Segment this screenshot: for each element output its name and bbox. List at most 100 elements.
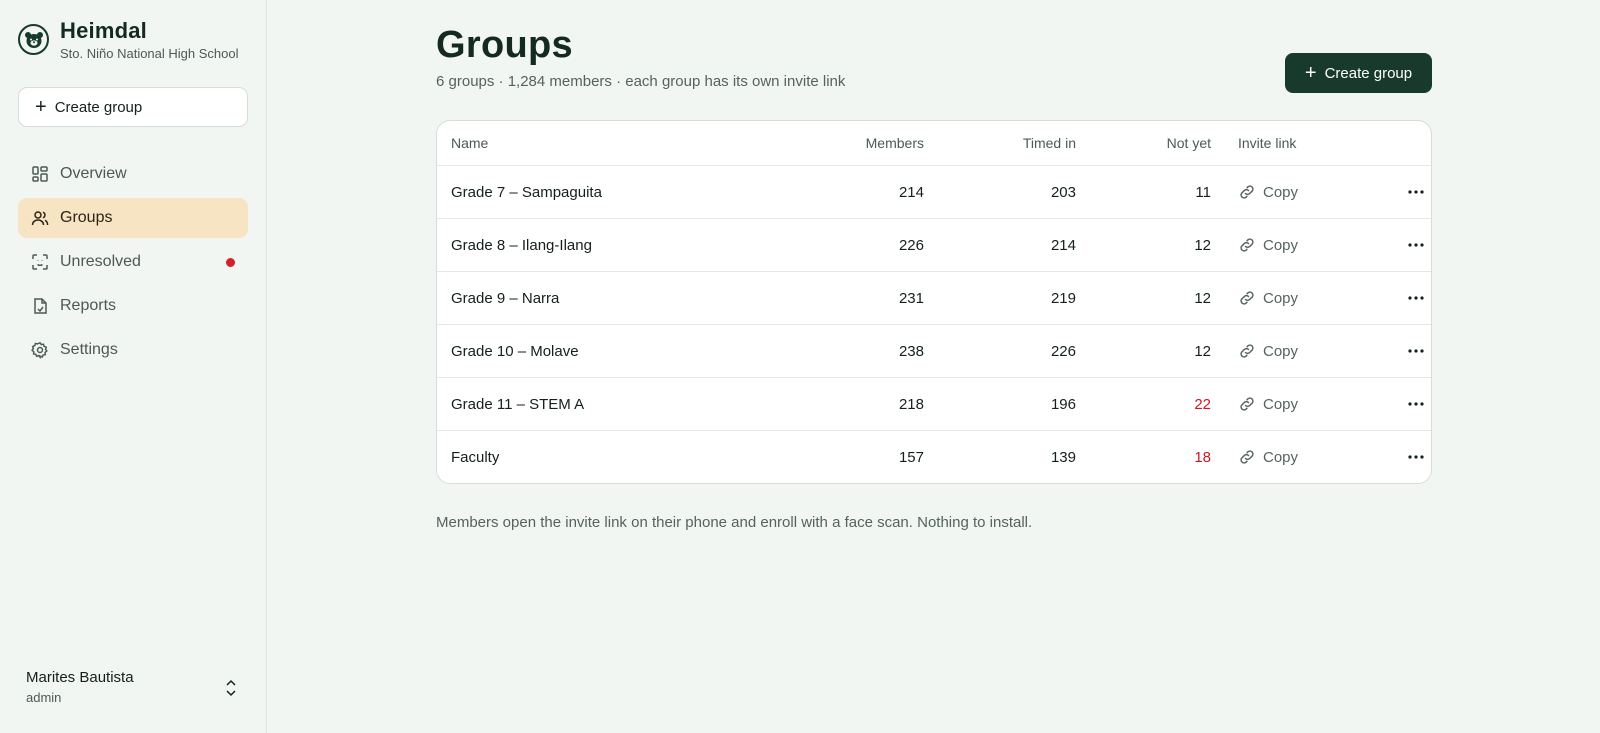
col-name-header: Name — [451, 135, 489, 151]
users-icon — [31, 211, 49, 226]
chevron-up-down-icon[interactable] — [224, 678, 238, 698]
copy-label: Copy — [1263, 183, 1299, 201]
members-count: 157 — [898, 448, 924, 466]
not-yet-count: 22 — [1194, 395, 1211, 413]
sidebar-item-label: Unresolved — [60, 253, 141, 270]
page-subtitle: 6 groups · 1,284 members · each group ha… — [436, 73, 846, 90]
plus-icon: + — [35, 96, 47, 118]
copy-invite-link-button[interactable]: Copy — [1238, 448, 1298, 466]
table-row[interactable]: Grade 11 – STEM A 218 196 22 Copy — [437, 377, 1431, 430]
ellipsis-icon — [1408, 349, 1424, 353]
ellipsis-icon — [1408, 455, 1424, 459]
copy-invite-link-button[interactable]: Copy — [1238, 289, 1298, 307]
footnote: Members open the invite link on their ph… — [436, 514, 1033, 531]
face-scan-icon — [32, 254, 48, 270]
create-group-label: Create group — [1324, 64, 1413, 82]
members-count: 238 — [898, 342, 924, 360]
timed-in-count: 214 — [1050, 236, 1076, 254]
ellipsis-icon — [1408, 190, 1424, 194]
more-options-button[interactable] — [1401, 402, 1431, 406]
user-menu[interactable]: Marites Bautista admin — [26, 668, 248, 707]
sidebar-item-label: Groups — [60, 209, 113, 226]
timed-in-count: 139 — [1050, 448, 1076, 466]
school-name: Sto. Niño National High School — [60, 46, 239, 61]
unresolved-alert-dot — [226, 258, 235, 267]
not-yet-count: 18 — [1194, 448, 1211, 466]
timed-in-count: 196 — [1050, 395, 1076, 413]
table-header: Name Members Timed in Not yet Invite lin… — [437, 121, 1431, 165]
group-name: Grade 9 – Narra — [451, 289, 560, 307]
link-icon — [1240, 185, 1254, 199]
group-name: Grade 10 – Molave — [451, 342, 579, 360]
copy-invite-link-button[interactable]: Copy — [1238, 183, 1298, 201]
groups-table: Name Members Timed in Not yet Invite lin… — [436, 120, 1432, 484]
not-yet-count: 12 — [1194, 236, 1211, 254]
table-row[interactable]: Grade 9 – Narra 231 219 12 Copy — [437, 271, 1431, 324]
members-count: 214 — [898, 183, 924, 201]
sidebar-item-label: Reports — [60, 297, 117, 314]
col-members-header: Members — [865, 135, 924, 151]
col-timed-in-header: Timed in — [1022, 135, 1076, 151]
copy-label: Copy — [1263, 448, 1299, 466]
more-options-button[interactable] — [1401, 296, 1431, 300]
sidebar-item-unresolved[interactable]: Unresolved — [18, 242, 248, 282]
more-options-button[interactable] — [1401, 455, 1431, 459]
copy-invite-link-button[interactable]: Copy — [1238, 236, 1298, 254]
link-icon — [1240, 344, 1254, 358]
ellipsis-icon — [1408, 402, 1424, 406]
user-name: Marites Bautista — [26, 669, 134, 686]
brand-name: Heimdal — [60, 18, 147, 43]
not-yet-count: 12 — [1194, 342, 1211, 360]
members-count: 226 — [898, 236, 924, 254]
col-not-yet-header: Not yet — [1166, 135, 1211, 151]
group-name: Faculty — [451, 448, 500, 466]
sidebar-item-label: Overview — [60, 165, 127, 182]
link-icon — [1240, 397, 1254, 411]
table-row[interactable]: Grade 10 – Molave 238 226 12 Copy — [437, 324, 1431, 377]
ellipsis-icon — [1408, 243, 1424, 247]
link-icon — [1240, 238, 1254, 252]
copy-label: Copy — [1263, 395, 1299, 413]
gear-icon — [31, 341, 48, 359]
members-count: 218 — [898, 395, 924, 413]
plus-icon: + — [1304, 62, 1317, 84]
sidebar-create-group-button[interactable]: + Create group — [18, 87, 248, 127]
not-yet-count: 12 — [1194, 289, 1211, 307]
group-name: Grade 8 – Ilang-Ilang — [451, 236, 592, 254]
page-title: Groups — [436, 24, 573, 66]
bear-logo-icon — [18, 24, 49, 55]
copy-label: Copy — [1263, 342, 1299, 360]
more-options-button[interactable] — [1401, 243, 1431, 247]
table-row[interactable]: Grade 7 – Sampaguita 214 203 11 Copy — [437, 165, 1431, 218]
table-row[interactable]: Faculty 157 139 18 Copy — [437, 430, 1431, 483]
sidebar-create-group-label: Create group — [54, 98, 143, 116]
sidebar-item-overview[interactable]: Overview — [18, 154, 248, 194]
sidebar-item-label: Settings — [60, 341, 118, 358]
timed-in-count: 219 — [1050, 289, 1076, 307]
more-options-button[interactable] — [1401, 349, 1431, 353]
group-name: Grade 7 – Sampaguita — [451, 183, 602, 201]
more-options-button[interactable] — [1401, 190, 1431, 194]
col-invite-header: Invite link — [1238, 135, 1297, 151]
copy-invite-link-button[interactable]: Copy — [1238, 395, 1298, 413]
group-name: Grade 11 – STEM A — [451, 395, 585, 413]
table-row[interactable]: Grade 8 – Ilang-Ilang 226 214 12 Copy — [437, 218, 1431, 271]
report-file-icon — [34, 298, 47, 314]
sidebar-nav: Overview Groups Unresolved Reports Setti… — [18, 154, 248, 374]
members-count: 231 — [898, 289, 924, 307]
sidebar-item-settings[interactable]: Settings — [18, 330, 248, 370]
timed-in-count: 226 — [1050, 342, 1076, 360]
link-icon — [1240, 291, 1254, 305]
copy-invite-link-button[interactable]: Copy — [1238, 342, 1298, 360]
create-group-button[interactable]: + Create group — [1285, 53, 1432, 93]
ellipsis-icon — [1408, 296, 1424, 300]
dashboard-icon — [32, 166, 48, 182]
sidebar-item-groups[interactable]: Groups — [18, 198, 248, 238]
sidebar: Heimdal Sto. Niño National High School +… — [0, 0, 267, 733]
user-role: admin — [26, 690, 62, 705]
link-icon — [1240, 450, 1254, 464]
timed-in-count: 203 — [1050, 183, 1076, 201]
sidebar-item-reports[interactable]: Reports — [18, 286, 248, 326]
copy-label: Copy — [1263, 289, 1299, 307]
copy-label: Copy — [1263, 236, 1299, 254]
